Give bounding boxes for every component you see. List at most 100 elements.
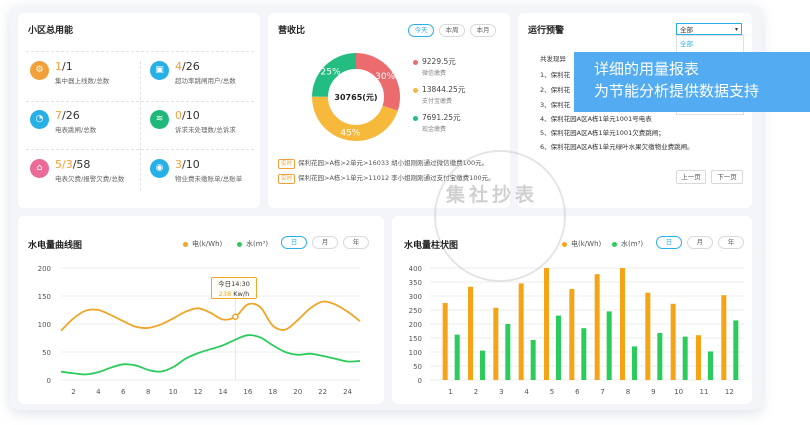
electricity-bar (721, 295, 727, 380)
line-chart-card: 水电量曲线图 电(k/Wh) 水(m³) 日 月 年 0 50 100 150 200 2… (18, 216, 384, 404)
stat-label: 集中器上线数/总数 (55, 77, 110, 85)
x-tick-label: 18 (268, 388, 277, 396)
electricity-bar (620, 268, 625, 380)
hover-point[interactable] (232, 313, 239, 320)
electricity-bar (518, 283, 524, 380)
meter-icon: ⚙ (30, 61, 49, 80)
tooltip-time: 今日14:30 (218, 280, 250, 288)
stat-complaints[interactable]: ≋ 0/10 诉求未处理数/总诉求 (150, 110, 236, 134)
divider (26, 149, 254, 150)
stat-arrears[interactable]: ⌂ 5/3/58 电表欠费/报警欠费/总数 (30, 159, 124, 183)
stat-label: 诉求未处理数/总诉求 (175, 126, 236, 134)
legend-cash: 7691.25元 现金缴费 (413, 112, 461, 133)
electricity-bar (442, 303, 448, 380)
stat-property-fee[interactable]: ◉ 3/10 物业费未缴账单/总账单 (150, 159, 242, 183)
y-tick-label: 50 (42, 349, 51, 357)
card-icon: ▣ (150, 61, 169, 80)
water-line (60, 334, 361, 376)
tab-month[interactable]: 本月 (470, 24, 496, 37)
y-tick-label: 100 (38, 321, 51, 329)
alert-line: 3、保利花 (540, 101, 571, 109)
electricity-bar (594, 274, 600, 380)
banner-line-1: 详细的用量报表 (594, 60, 700, 78)
y-tick-label: 100 (409, 349, 422, 357)
x-tick-label: 7 (600, 388, 604, 396)
y-tick-label: 350 (409, 279, 422, 287)
x-tick-label: 8 (626, 388, 630, 396)
alerts-title: 运行预警 (528, 26, 565, 36)
chart-tooltip: 今日14:30 238 Kw/h (211, 277, 257, 299)
promo-banner: 详细的用量报表 为节能分析提供数据支持 (574, 52, 810, 112)
prev-page-button[interactable]: 上一页 (676, 170, 706, 184)
revenue-donut: 30% 45% 25% 30765(元) (312, 53, 400, 141)
alert-line: 6、保利花园A区A栋1单元绿叶水果欠缴物业费跳闸。 (540, 143, 694, 151)
alert-line: 共发现异 (540, 55, 566, 63)
next-page-button[interactable]: 下一页 (711, 170, 743, 184)
electricity-bar (696, 335, 701, 380)
water-bar (606, 311, 612, 380)
divider (140, 61, 141, 191)
house-icon: ⌂ (30, 159, 49, 178)
y-tick-label: 250 (409, 307, 422, 315)
donut-slice-label: 25% (321, 68, 341, 78)
stat-meter-trip[interactable]: ◔ 7/26 电表跳闸/总数 (30, 110, 96, 134)
y-tick-label: 200 (38, 265, 51, 273)
tab-week[interactable]: 本周 (439, 24, 465, 37)
water-bar (505, 324, 511, 380)
stat-label: 物业费未缴账单/总账单 (175, 175, 243, 183)
x-tick-label: 8 (146, 388, 150, 396)
x-tick-label: 2 (474, 388, 478, 396)
alert-line: 4、保利花园A区A栋1单元1001号电表 (540, 115, 652, 123)
x-tick-label: 12 (194, 388, 203, 396)
tab-today[interactable]: 今天 (408, 24, 434, 37)
electricity-bar (670, 303, 676, 380)
watermark-text: 集社抄表 (446, 184, 539, 206)
revenue-title: 营收比 (278, 26, 306, 36)
alert-line: 2、保利花 (540, 86, 571, 94)
y-tick-label: 0 (47, 377, 51, 385)
x-tick-label: 16 (243, 388, 252, 396)
watermark-seal (434, 150, 566, 282)
y-tick-label: 150 (38, 293, 51, 301)
divider (26, 101, 254, 102)
x-tick-label: 14 (218, 388, 227, 396)
alert-line: 1、保利花 (540, 71, 571, 79)
water-bar (632, 346, 637, 380)
x-tick-label: 4 (96, 388, 101, 396)
select-option[interactable]: 全部 (677, 36, 743, 50)
water-bar (657, 332, 663, 380)
y-tick-label: 400 (409, 265, 422, 273)
x-tick-label: 20 (293, 388, 302, 396)
y-tick-label: 200 (409, 321, 422, 329)
line-chart: 0501001502002 4 6 8 10 12 14 16 18 20 22 24 (38, 265, 361, 396)
x-tick-label: 3 (499, 388, 503, 396)
revenue-period-tabs: 今天 本周 本月 (408, 24, 496, 37)
stat-concentrator-online[interactable]: ⚙ 1/1 集中器上线数/总数 (30, 61, 109, 85)
stat-label: 超功率跳闸用户/总数 (175, 77, 236, 85)
alert-filter-select[interactable]: 全部 ▾ (676, 23, 742, 35)
legend-alipay: 13844.25元 支付宝缴费 (413, 84, 465, 105)
x-tick-label: 10 (674, 388, 683, 396)
y-tick-label: 150 (409, 335, 422, 343)
droplet-icon: ◉ (150, 159, 169, 178)
x-tick-label: 1 (448, 388, 452, 396)
y-tick-label: 50 (413, 363, 422, 371)
x-tick-label: 9 (651, 388, 655, 396)
water-bar (708, 351, 713, 380)
y-tick-label: 300 (409, 293, 422, 301)
electricity-bar (468, 286, 473, 380)
trip-icon: ◔ (30, 110, 49, 129)
x-tick-label: 10 (169, 388, 178, 396)
water-bar (581, 328, 587, 380)
x-tick-label: 12 (725, 388, 734, 396)
x-tick-label: 22 (318, 388, 327, 396)
electricity-bar (569, 289, 575, 380)
layers-icon: ≋ (150, 110, 169, 129)
y-tick-label: 0 (418, 377, 422, 385)
x-tick-label: 6 (575, 388, 580, 396)
water-bar (480, 350, 485, 380)
electricity-line (60, 300, 361, 332)
donut-slice-label: 30% (375, 72, 395, 82)
x-tick-label: 5 (550, 388, 554, 396)
stat-overpower-trip[interactable]: ▣ 4/26 超功率跳闸用户/总数 (150, 61, 236, 85)
